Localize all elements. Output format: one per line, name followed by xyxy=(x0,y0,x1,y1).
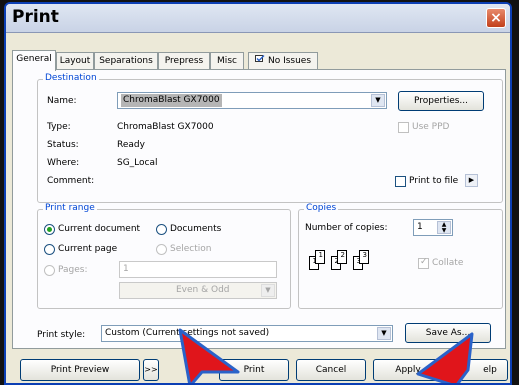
status-label: Status: xyxy=(47,140,79,150)
pages-label: Pages: xyxy=(58,265,88,275)
comment-label: Comment: xyxy=(47,176,95,186)
copies-value: 1 xyxy=(417,222,423,232)
annotation-arrow-apply-icon xyxy=(416,332,474,383)
chevron-down-icon: ▼ xyxy=(377,327,391,340)
type-value: ChromaBlast GX7000 xyxy=(117,122,214,132)
issues-icon xyxy=(254,55,265,62)
title-bar: Print × xyxy=(6,4,510,33)
annotation-arrow-print-icon xyxy=(178,328,240,383)
tab-misc[interactable]: Misc xyxy=(210,52,244,69)
copies-legend: Copies xyxy=(304,203,339,213)
documents-label: Documents xyxy=(170,224,222,234)
status-value: Ready xyxy=(117,140,145,150)
use-ppd-checkbox[interactable] xyxy=(398,122,409,133)
properties-label: Properties... xyxy=(413,96,469,106)
collate-checkbox[interactable]: ✓ xyxy=(418,257,429,269)
tab-label: Prepress xyxy=(164,56,204,66)
pages-radio[interactable] xyxy=(44,265,55,276)
page-icon: 2 xyxy=(337,250,347,264)
page-icon: 3 xyxy=(359,250,369,264)
tab-prepress[interactable]: Prepress xyxy=(158,52,210,69)
name-label: Name: xyxy=(47,96,77,106)
print-preview-button[interactable]: Print Preview xyxy=(20,359,140,381)
print-to-file-checkbox[interactable] xyxy=(395,176,406,187)
pages-value: 1 xyxy=(123,264,129,274)
tab-label: No Issues xyxy=(267,56,312,66)
chevron-down-icon: ▼ xyxy=(261,284,275,297)
tab-no-issues[interactable]: No Issues xyxy=(248,52,318,69)
tab-label: General xyxy=(16,54,52,64)
cancel-button[interactable]: Cancel xyxy=(296,359,366,381)
tab-layout[interactable]: Layout xyxy=(56,52,94,69)
current-page-radio[interactable] xyxy=(44,244,55,255)
page-set-value: Even & Odd xyxy=(176,285,230,295)
close-button[interactable]: × xyxy=(486,8,506,28)
cancel-label: Cancel xyxy=(315,365,347,375)
print-label: Print xyxy=(243,365,265,375)
print-style-label: Print style: xyxy=(37,330,86,340)
where-value: SG_Local xyxy=(117,158,158,168)
pages-input[interactable]: 1 xyxy=(119,261,277,278)
arrow-right-icon: ▶ xyxy=(468,176,475,184)
print-range-legend: Print range xyxy=(43,203,97,213)
current-page-label: Current page xyxy=(58,244,118,254)
dialog-title: Print xyxy=(12,7,59,27)
double-chevron-right-icon: >> xyxy=(144,365,158,374)
where-label: Where: xyxy=(47,158,80,168)
type-label: Type: xyxy=(47,122,71,132)
collate-label: Collate xyxy=(432,258,464,268)
general-panel: Destination Name: ChromaBlast GX7000 ▼ P… xyxy=(12,69,506,349)
tab-general[interactable]: General xyxy=(12,50,56,71)
tab-label: Layout xyxy=(59,56,91,66)
spin-icon: ▲ ▼ xyxy=(437,221,451,234)
preview-toggle-button[interactable]: >> xyxy=(143,359,159,381)
tab-separations[interactable]: Separations xyxy=(94,52,158,69)
properties-button[interactable]: Properties... xyxy=(398,91,484,111)
print-to-file-label: Print to file xyxy=(409,176,459,186)
current-document-label: Current document xyxy=(58,224,141,234)
close-icon: × xyxy=(490,10,502,26)
documents-radio[interactable] xyxy=(156,224,167,235)
page-set-select[interactable]: Even & Odd ▼ xyxy=(119,282,277,299)
chevron-down-icon: ▼ xyxy=(371,94,385,107)
copies-stepper[interactable]: 1 ▲ ▼ xyxy=(413,219,453,236)
number-of-copies-label: Number of copies: xyxy=(305,223,388,233)
selection-label: Selection xyxy=(170,244,212,254)
printer-name-select[interactable]: ChromaBlast GX7000 ▼ xyxy=(117,92,387,109)
tab-label: Separations xyxy=(99,56,153,66)
print-dialog: Print × General Layout Separations Prepr… xyxy=(4,2,512,385)
print-preview-label: Print Preview xyxy=(50,365,110,375)
print-to-file-options-button[interactable]: ▶ xyxy=(465,174,478,187)
tab-label: Misc xyxy=(217,56,237,66)
print-style-select[interactable]: Custom (Current settings not saved) ▼ xyxy=(101,325,393,342)
use-ppd-label: Use PPD xyxy=(412,122,450,132)
page-icon: 1 xyxy=(315,250,325,264)
destination-legend: Destination xyxy=(43,73,99,83)
printer-name-value: ChromaBlast GX7000 xyxy=(121,94,222,107)
current-document-radio[interactable] xyxy=(44,224,55,235)
selection-radio[interactable] xyxy=(156,244,167,255)
checkmark-icon: ✓ xyxy=(420,257,428,267)
